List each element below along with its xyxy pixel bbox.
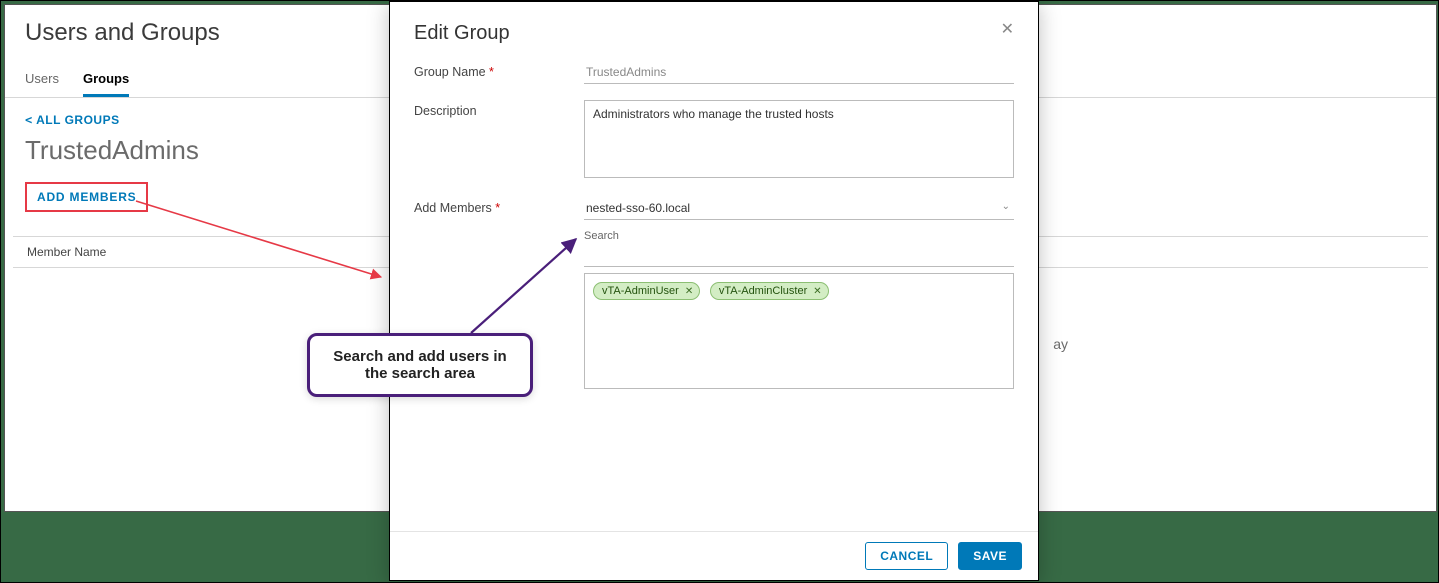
annotation-callout: Search and add users in the search area — [307, 333, 533, 397]
member-chip: vTA-AdminUser✕ — [593, 282, 700, 300]
group-name-field[interactable] — [584, 61, 1014, 84]
selected-members-box: vTA-AdminUser✕ vTA-AdminCluster✕ — [584, 273, 1014, 389]
edit-group-modal: Edit Group ✕ Group Name * Description Ad… — [389, 1, 1039, 581]
members-search-input[interactable] — [584, 244, 1014, 267]
cancel-button[interactable]: CANCEL — [865, 542, 948, 570]
member-chip: vTA-AdminCluster✕ — [710, 282, 829, 300]
obscured-text: ay — [1053, 336, 1068, 352]
tab-groups[interactable]: Groups — [83, 65, 129, 97]
search-label: Search — [584, 230, 1014, 242]
label-group-name: Group Name * — [414, 61, 584, 79]
label-description: Description — [414, 100, 584, 118]
save-button[interactable]: SAVE — [958, 542, 1022, 570]
tab-users[interactable]: Users — [25, 65, 59, 97]
chevron-down-icon: ⌄ — [1002, 201, 1010, 212]
description-field[interactable]: Administrators who manage the trusted ho… — [584, 100, 1014, 178]
remove-chip-icon[interactable]: ✕ — [685, 286, 693, 297]
close-icon[interactable]: ✕ — [1001, 22, 1014, 38]
remove-chip-icon[interactable]: ✕ — [813, 286, 821, 297]
breadcrumb-all-groups[interactable]: < ALL GROUPS — [25, 113, 120, 127]
modal-title: Edit Group — [414, 22, 510, 45]
label-add-members: Add Members * — [414, 197, 584, 215]
add-members-button[interactable]: ADD MEMBERS — [25, 182, 148, 212]
chevron-left-icon: < — [25, 113, 33, 127]
domain-select[interactable]: nested-sso-60.local ⌄ — [584, 197, 1014, 220]
